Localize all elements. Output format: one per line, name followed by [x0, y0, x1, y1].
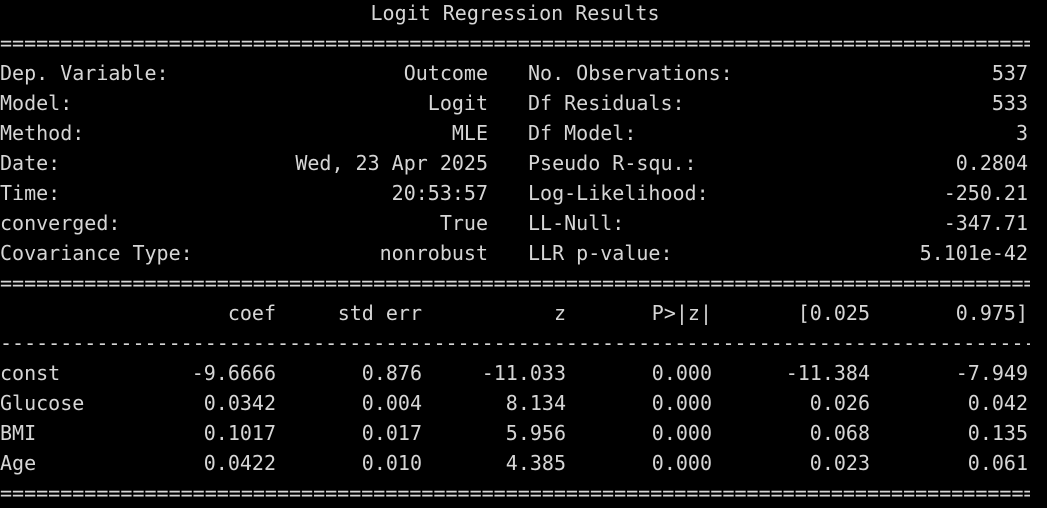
header-coef: coef — [227, 301, 276, 325]
header-ci-lower: [0.025 — [797, 301, 870, 325]
info-value-covariance-type: nonrobust — [379, 241, 488, 265]
cell-coef: 0.0342 — [203, 391, 276, 415]
info-label-df-residuals: Df Residuals: — [528, 91, 685, 115]
info-value-no-observations: 537 — [991, 61, 1028, 85]
cell-p-value: 0.000 — [651, 421, 712, 445]
cell-z: 5.956 — [505, 421, 566, 445]
info-label-covariance-type: Covariance Type: — [0, 241, 193, 265]
cell-ci-upper: 0.061 — [967, 451, 1028, 475]
cell-std-err: 0.010 — [361, 451, 422, 475]
info-label-ll-null: LL-Null: — [528, 211, 625, 235]
info-label-log-likelihood: Log-Likelihood: — [528, 181, 709, 205]
header-p-value: P>|z| — [651, 301, 712, 325]
double-rule-middle: ========================================… — [0, 271, 1030, 295]
cell-p-value: 0.000 — [651, 451, 712, 475]
info-value-date: Wed, 23 Apr 2025 — [295, 151, 488, 175]
cell-std-err: 0.876 — [361, 361, 422, 385]
info-value-model: Logit — [427, 91, 488, 115]
row-name-age: Age — [0, 451, 37, 475]
cell-ci-lower: 0.026 — [809, 391, 870, 415]
double-rule-top: ========================================… — [0, 31, 1030, 55]
regression-summary: Logit Regression Results ===============… — [0, 0, 1047, 505]
info-value-df-model: 3 — [1015, 121, 1028, 145]
info-value-log-likelihood: -250.21 — [943, 181, 1028, 205]
cell-ci-lower: 0.068 — [809, 421, 870, 445]
info-label-pseudo-r-squared: Pseudo R-squ.: — [528, 151, 697, 175]
header-ci-upper: 0.975] — [955, 301, 1028, 325]
info-label-no-observations: No. Observations: — [528, 61, 733, 85]
cell-ci-upper: 0.135 — [967, 421, 1028, 445]
info-label-date: Date: — [0, 151, 61, 175]
header-z: z — [553, 301, 566, 325]
info-label-method: Method: — [0, 121, 85, 145]
info-value-pseudo-r-squared: 0.2804 — [955, 151, 1028, 175]
cell-p-value: 0.000 — [651, 361, 712, 385]
info-value-dep-variable: Outcome — [403, 61, 488, 85]
row-name-glucose: Glucose — [0, 391, 85, 415]
cell-p-value: 0.000 — [651, 391, 712, 415]
info-value-time: 20:53:57 — [391, 181, 488, 205]
info-value-converged: True — [439, 211, 488, 235]
summary-title: Logit Regression Results — [370, 1, 660, 25]
info-value-ll-null: -347.71 — [943, 211, 1028, 235]
info-label-model: Model: — [0, 91, 73, 115]
info-label-dep-variable: Dep. Variable: — [0, 61, 169, 85]
header-std-err: std err — [337, 301, 422, 325]
single-rule: ----------------------------------------… — [0, 331, 1030, 355]
cell-ci-upper: 0.042 — [967, 391, 1028, 415]
cell-ci-lower: 0.023 — [809, 451, 870, 475]
cell-z: 8.134 — [505, 391, 566, 415]
double-rule-bottom: ========================================… — [0, 481, 1030, 505]
cell-coef: 0.0422 — [203, 451, 276, 475]
row-name-bmi: BMI — [0, 421, 37, 445]
info-label-df-model: Df Model: — [528, 121, 637, 145]
info-label-llr-p-value: LLR p-value: — [528, 241, 673, 265]
row-name-const: const — [0, 361, 61, 385]
cell-ci-lower: -11.384 — [785, 361, 870, 385]
cell-std-err: 0.017 — [361, 421, 422, 445]
info-label-converged: converged: — [0, 211, 121, 235]
info-value-method: MLE — [451, 121, 488, 145]
cell-z: 4.385 — [505, 451, 566, 475]
info-label-time: Time: — [0, 181, 61, 205]
info-value-llr-p-value: 5.101e-42 — [919, 241, 1028, 265]
cell-std-err: 0.004 — [361, 391, 422, 415]
cell-coef: -9.6666 — [191, 361, 276, 385]
cell-coef: 0.1017 — [203, 421, 276, 445]
cell-ci-upper: -7.949 — [955, 361, 1028, 385]
info-value-df-residuals: 533 — [991, 91, 1028, 115]
cell-z: -11.033 — [481, 361, 566, 385]
